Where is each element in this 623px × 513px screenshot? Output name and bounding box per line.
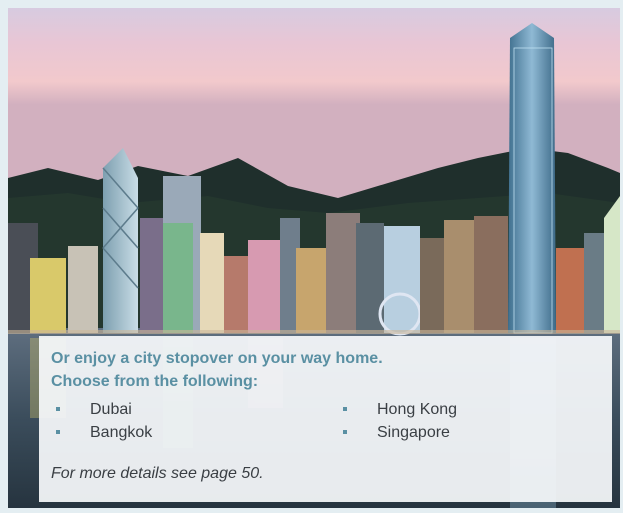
details-note: For more details see page 50. [51,465,264,482]
stopover-subheading: Choose from the following: [51,373,259,390]
bullet-marker [343,430,347,434]
city-hong-kong: Hong Kong [377,401,458,418]
bullet-marker [56,430,60,434]
stopover-info-panel: Or enjoy a city stopover on your way hom… [39,336,612,502]
bullet-marker [56,407,60,411]
city-bangkok: Bangkok [90,424,153,441]
stopover-heading: Or enjoy a city stopover on your way hom… [51,350,383,367]
city-singapore: Singapore [377,424,450,441]
city-dubai: Dubai [90,401,132,418]
bullet-marker [343,407,347,411]
